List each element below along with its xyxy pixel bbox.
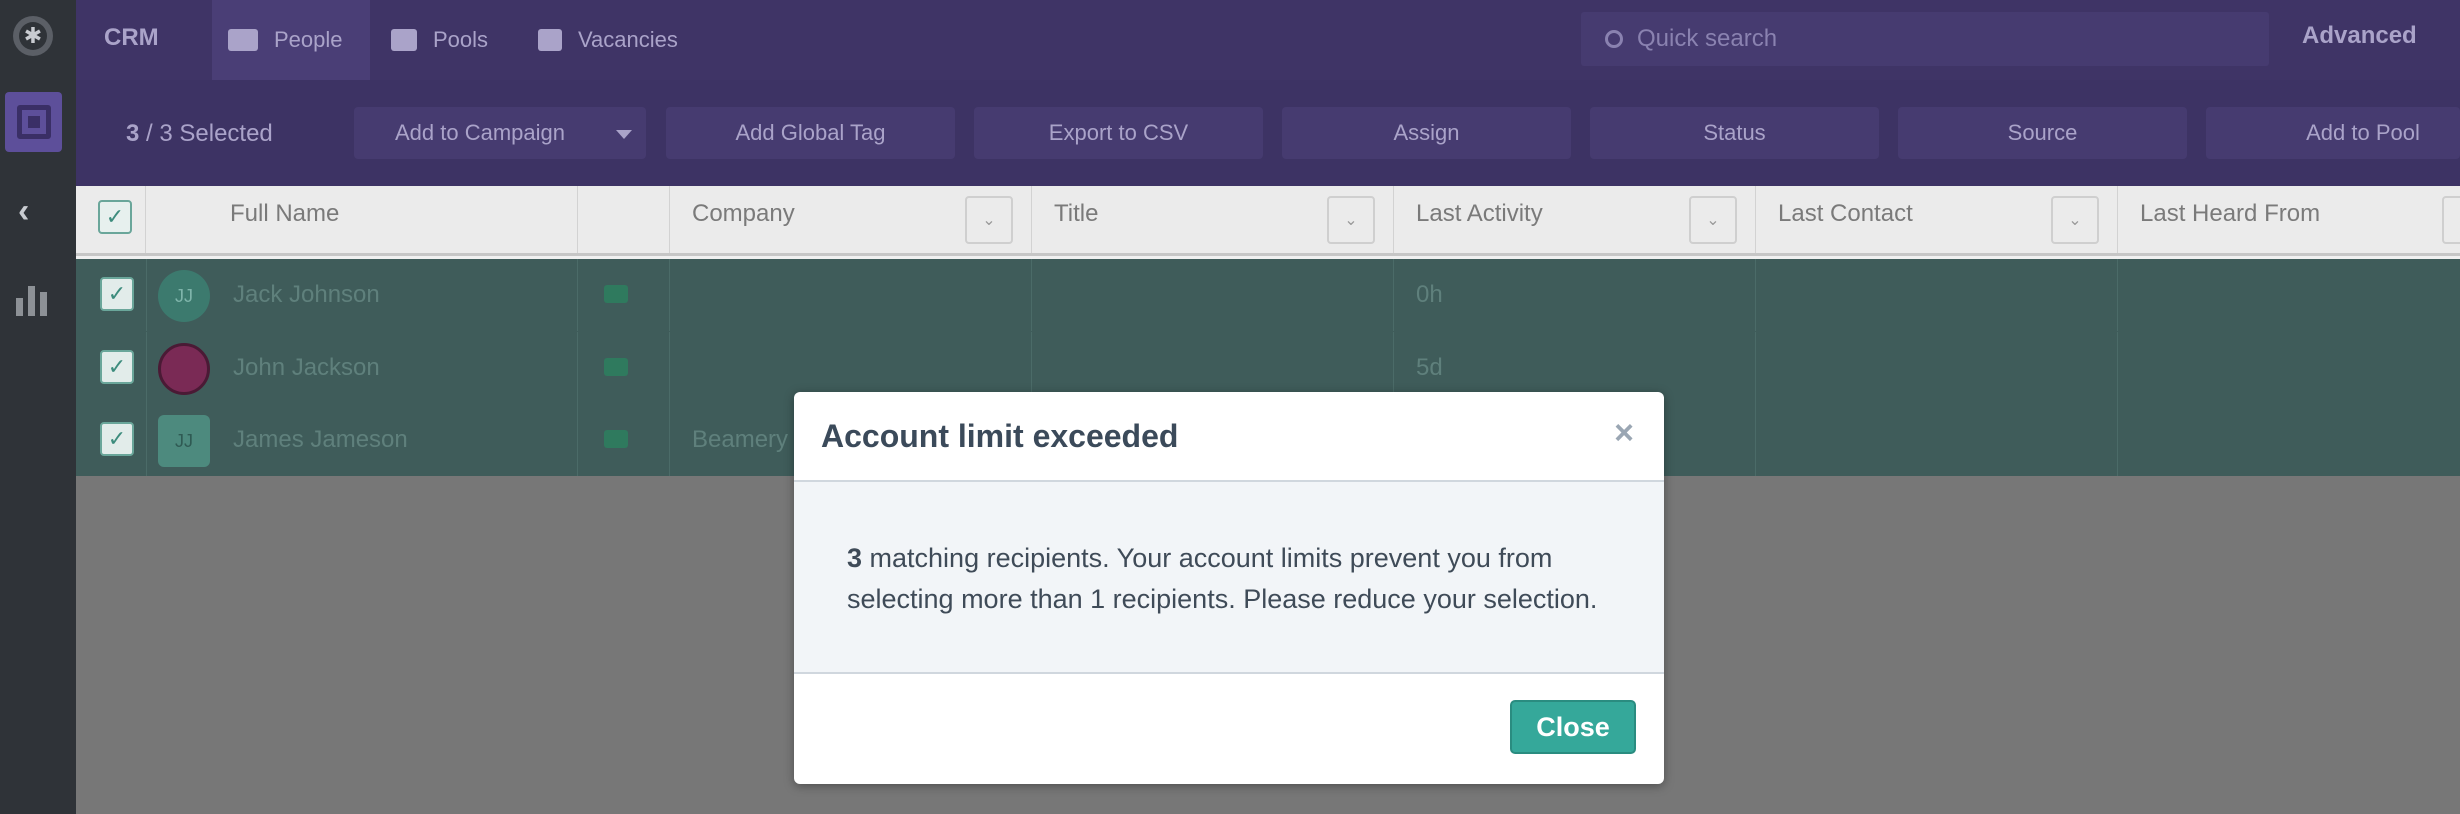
tab-vacancies[interactable]: Vacancies <box>538 0 708 80</box>
add-to-pool-button[interactable]: Add to Pool <box>2206 107 2460 159</box>
last-contact-cell <box>1756 259 2118 331</box>
col-last-activity-label: Last Activity <box>1416 200 1543 227</box>
recipient-count: 3 <box>847 543 863 573</box>
col-company-label: Company <box>692 200 795 227</box>
search-placeholder: Quick search <box>1637 25 1778 52</box>
last-heard-from-cell <box>2118 404 2460 476</box>
export-csv-button[interactable]: Export to CSV <box>974 107 1263 159</box>
collapse-chevron-icon[interactable]: ‹ <box>18 192 29 231</box>
tab-people[interactable]: People <box>212 0 370 80</box>
search-icon <box>1605 30 1623 48</box>
select-all-cell: ✓ <box>76 186 146 253</box>
full-name-cell[interactable]: Jack Johnson <box>146 259 578 331</box>
chevron-down-icon[interactable]: ⌄ <box>2051 196 2099 244</box>
tab-vacancies-label: Vacancies <box>578 27 678 52</box>
tab-pools-label: Pools <box>433 27 489 52</box>
full-name: James Jameson <box>233 426 408 453</box>
quick-search-input[interactable]: Quick search <box>1581 12 2269 66</box>
add-global-tag-button[interactable]: Add Global Tag <box>666 107 955 159</box>
table-header: ✓ Full Name Company ⌄ Title ⌄ Last Activ… <box>76 186 2460 256</box>
selected-total-label: / 3 Selected <box>146 120 273 147</box>
chevron-down-icon[interactable]: ⌄ <box>965 196 1013 244</box>
bulk-action-bar: 3 / 3 Selected Add to Campaign Add Globa… <box>76 80 2460 186</box>
message-icon[interactable] <box>604 430 628 448</box>
col-full-name[interactable]: Full Name <box>146 186 578 253</box>
tab-pools[interactable]: Pools <box>391 0 521 80</box>
status-button[interactable]: Status <box>1590 107 1879 159</box>
modal-footer: Close <box>794 674 1664 782</box>
col-title[interactable]: Title ⌄ <box>1032 186 1394 253</box>
col-last-contact[interactable]: Last Contact ⌄ <box>1756 186 2118 253</box>
col-last-heard-from-label: Last Heard From <box>2140 200 2321 227</box>
close-icon[interactable]: × <box>1614 414 1634 453</box>
briefcase-icon <box>538 29 562 51</box>
close-button[interactable]: Close <box>1510 700 1636 754</box>
selected-count-value: 3 <box>126 120 140 147</box>
col-last-contact-label: Last Contact <box>1778 200 1913 227</box>
account-limit-modal: Account limit exceeded × 3 matching reci… <box>794 392 1664 784</box>
left-rail: ✱ ‹ <box>0 0 76 814</box>
people-icon <box>228 29 258 51</box>
chevron-down-icon[interactable]: ⌄ <box>1327 196 1375 244</box>
brand-label[interactable]: CRM <box>104 24 159 52</box>
message-icon[interactable] <box>604 358 628 376</box>
modal-body: 3 matching recipients. Your account limi… <box>794 482 1664 674</box>
full-name-cell[interactable]: John Jackson <box>146 332 578 404</box>
last-heard-from-cell <box>2118 259 2460 331</box>
row-checkbox[interactable]: ✓ <box>100 422 134 456</box>
assign-button[interactable]: Assign <box>1282 107 1571 159</box>
analytics-icon[interactable] <box>16 280 47 316</box>
chevron-down-icon[interactable]: ⌄ <box>2442 196 2460 244</box>
row-checkbox[interactable]: ✓ <box>100 277 134 311</box>
col-last-activity[interactable]: Last Activity ⌄ <box>1394 186 1756 253</box>
col-spacer <box>578 186 670 253</box>
add-to-campaign-button[interactable]: Add to Campaign <box>354 107 646 159</box>
tab-people-label: People <box>274 27 343 52</box>
add-to-campaign-label: Add to Campaign <box>395 120 565 145</box>
chevron-down-icon[interactable] <box>616 130 632 139</box>
chevron-down-icon[interactable]: ⌄ <box>1689 196 1737 244</box>
message-icon[interactable] <box>604 285 628 303</box>
last-contact-cell <box>1756 404 2118 476</box>
modal-header: Account limit exceeded × <box>794 392 1664 482</box>
app-logo-icon[interactable]: ✱ <box>13 16 53 56</box>
company-cell <box>670 259 1032 331</box>
col-company[interactable]: Company ⌄ <box>670 186 1032 253</box>
col-title-label: Title <box>1054 200 1099 227</box>
last-contact-cell <box>1756 332 2118 404</box>
selection-count: 3 / 3 Selected <box>126 120 273 148</box>
modal-title: Account limit exceeded <box>821 418 1179 454</box>
select-all-checkbox[interactable]: ✓ <box>98 200 132 234</box>
col-last-heard-from[interactable]: Last Heard From ⌄ <box>2118 186 2460 253</box>
top-navbar: CRM People Pools Vacancies Quick search … <box>76 0 2460 80</box>
table-row[interactable]: ✓ JJ Jack Johnson 0h <box>76 259 2460 331</box>
advanced-search-link[interactable]: Advanced <box>2302 22 2417 50</box>
source-button[interactable]: Source <box>1898 107 2187 159</box>
title-cell <box>1032 259 1394 331</box>
modal-message: matching recipients. Your account limits… <box>847 543 1598 614</box>
last-heard-from-cell <box>2118 332 2460 404</box>
full-name: Jack Johnson <box>233 281 380 308</box>
row-checkbox[interactable]: ✓ <box>100 350 134 384</box>
folder-icon <box>391 29 417 51</box>
crm-nav-icon[interactable] <box>5 92 62 152</box>
last-activity-cell: 0h <box>1394 259 1756 331</box>
full-name: John Jackson <box>233 354 380 381</box>
full-name-cell[interactable]: James Jameson <box>146 404 578 476</box>
